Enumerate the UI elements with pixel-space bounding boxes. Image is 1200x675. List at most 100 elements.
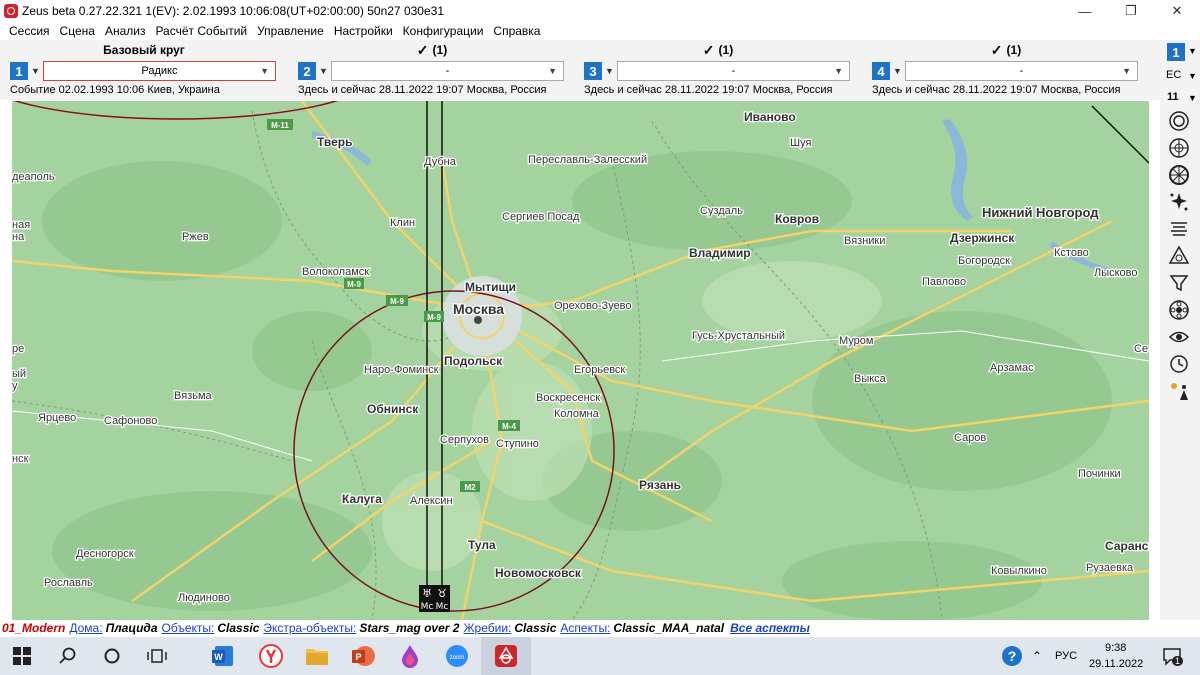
- aspects-value: Classic_MAA_natal: [613, 621, 725, 635]
- panel-3-select[interactable]: - ▼: [616, 61, 850, 81]
- chevron-down-icon[interactable]: ▼: [605, 66, 614, 76]
- word-icon[interactable]: W: [209, 642, 237, 670]
- map-canvas[interactable]: ♅ Mc ♉ Mc M-11 M-9 M-9 M-9 M-4 M2 Тверь …: [12, 101, 1149, 620]
- all-aspects-link[interactable]: Все аспекты: [730, 621, 810, 635]
- notification-count: 1: [1172, 656, 1184, 666]
- clock-date[interactable]: 29.11.2022: [1089, 658, 1143, 670]
- panel-2-number[interactable]: 2: [298, 62, 316, 80]
- zeus-app-icon[interactable]: [492, 642, 520, 670]
- panel-4-header: (1): [1006, 43, 1022, 57]
- map-view[interactable]: ♅ Mc ♉ Mc M-11 M-9 M-9 M-9 M-4 M2 Тверь …: [12, 101, 1149, 620]
- yandex-browser-icon[interactable]: [257, 642, 285, 670]
- houses-value: Плацида: [105, 621, 158, 635]
- chevron-down-icon[interactable]: ▼: [1188, 93, 1197, 103]
- objects-link[interactable]: Объекты:: [162, 621, 215, 635]
- extra-objects-link[interactable]: Экстра-объекты:: [263, 621, 356, 635]
- aspects-link[interactable]: Аспекты:: [560, 621, 610, 635]
- panel-4-event: Здесь и сейчас 28.11.2022 19:07 Москва, …: [872, 84, 1121, 96]
- edge-label: нск: [12, 453, 29, 465]
- chevron-down-icon[interactable]: ▼: [1188, 46, 1197, 56]
- zoom-icon[interactable]: zoom: [443, 642, 471, 670]
- menu-settings[interactable]: Настройки: [329, 24, 398, 38]
- menu-session[interactable]: Сессия: [4, 24, 55, 38]
- edge-label: ная: [12, 219, 30, 231]
- rings-icon[interactable]: [1167, 109, 1191, 133]
- city-label: Серпухов: [440, 434, 489, 446]
- houses-link[interactable]: Дома:: [69, 621, 102, 635]
- help-icon[interactable]: ?: [998, 642, 1026, 670]
- panel-2-select[interactable]: - ▼: [330, 61, 564, 81]
- powerpoint-icon[interactable]: P: [349, 642, 377, 670]
- panel-1-number[interactable]: 1: [10, 62, 28, 80]
- city-label: Москва: [453, 301, 504, 317]
- profile-name[interactable]: 01_Modern: [2, 621, 65, 635]
- city-label: Новомосковск: [495, 566, 582, 580]
- lots-link[interactable]: Жребии:: [463, 621, 511, 635]
- panel-1-select[interactable]: Радикс ▼: [42, 61, 276, 81]
- city-label: Кстово: [1054, 247, 1089, 259]
- panel-4-select[interactable]: - ▼: [904, 61, 1138, 81]
- panel-3-number[interactable]: 3: [584, 62, 602, 80]
- panel-2-checkbox[interactable]: ✓: [417, 42, 429, 59]
- city-label: Иваново: [744, 110, 796, 124]
- wheel-icon[interactable]: [1167, 136, 1191, 160]
- zodiac-mode[interactable]: EC: [1166, 69, 1181, 81]
- city-label: Почин­ки: [1078, 468, 1121, 480]
- menu-analysis[interactable]: Анализ: [100, 24, 151, 38]
- panel-3-select-value: -: [731, 65, 736, 77]
- city-label: Ковров: [775, 212, 819, 226]
- road-shield: M-11: [271, 121, 289, 130]
- menu-bar: Сессия Сцена Анализ Расчёт Событий Управ…: [0, 22, 1200, 40]
- chevron-down-icon: ▼: [260, 66, 269, 76]
- city-label: Воскресенск: [536, 392, 600, 404]
- active-chart-number[interactable]: 1: [1167, 43, 1185, 61]
- triangle-house-icon[interactable]: [1167, 244, 1191, 268]
- city-label: Коломна: [554, 408, 600, 420]
- clock-icon[interactable]: [1167, 352, 1191, 376]
- panel-4-checkbox[interactable]: ✓: [991, 42, 1003, 59]
- chevron-down-icon[interactable]: ▼: [319, 66, 328, 76]
- task-view-icon[interactable]: [143, 642, 171, 670]
- clock-time[interactable]: 9:38: [1105, 642, 1126, 654]
- eye-icon[interactable]: [1167, 325, 1191, 349]
- panel-4-number[interactable]: 4: [872, 62, 890, 80]
- funnel-icon[interactable]: [1167, 271, 1191, 295]
- sparkle-icon[interactable]: [1167, 190, 1191, 214]
- windows-start-icon[interactable]: [8, 642, 36, 670]
- notification-icon[interactable]: [1158, 642, 1186, 670]
- uranus-glyph[interactable]: ♅: [422, 587, 432, 600]
- chevron-down-icon[interactable]: ▼: [1188, 71, 1197, 81]
- city-label: Шуя: [790, 137, 811, 149]
- menu-event-calc[interactable]: Расчёт Событий: [150, 24, 252, 38]
- cortana-icon[interactable]: [98, 642, 126, 670]
- city-label: Рузаевка: [1086, 562, 1134, 574]
- svg-text:?: ?: [1008, 648, 1017, 664]
- menu-scene[interactable]: Сцена: [55, 24, 100, 38]
- search-icon[interactable]: [54, 642, 82, 670]
- city-label: Ступино: [496, 438, 539, 450]
- harmonic-count[interactable]: 11: [1167, 91, 1179, 103]
- dharma-wheel-icon[interactable]: [1167, 163, 1191, 187]
- city-label: Орехово-Зуево: [554, 300, 632, 312]
- road-shield: M2: [464, 483, 476, 492]
- edge-label: на: [12, 231, 25, 243]
- menu-configs[interactable]: Конфигурации: [398, 24, 489, 38]
- language-indicator[interactable]: РУС: [1055, 650, 1077, 662]
- chevron-down-icon[interactable]: ▼: [31, 66, 40, 76]
- minimize-button[interactable]: —: [1062, 0, 1108, 22]
- tray-chevron-up-icon[interactable]: ⌃: [1032, 649, 1042, 663]
- maximize-button[interactable]: ❐: [1108, 0, 1154, 22]
- sun-person-icon[interactable]: [1167, 379, 1191, 403]
- menu-help[interactable]: Справка: [488, 24, 545, 38]
- taurus-glyph[interactable]: ♉: [437, 587, 447, 600]
- panel-3-checkbox[interactable]: ✓: [703, 42, 715, 59]
- file-explorer-icon[interactable]: [303, 642, 331, 670]
- chevron-down-icon[interactable]: ▼: [893, 66, 902, 76]
- close-button[interactable]: ✕: [1154, 0, 1200, 22]
- paint-drop-icon[interactable]: [396, 642, 424, 670]
- menu-control[interactable]: Управление: [252, 24, 329, 38]
- flower-icon[interactable]: [1167, 298, 1191, 322]
- lines-icon[interactable]: [1167, 217, 1191, 241]
- city-label: Богородск: [958, 255, 1010, 267]
- road-shield: M-4: [502, 422, 516, 431]
